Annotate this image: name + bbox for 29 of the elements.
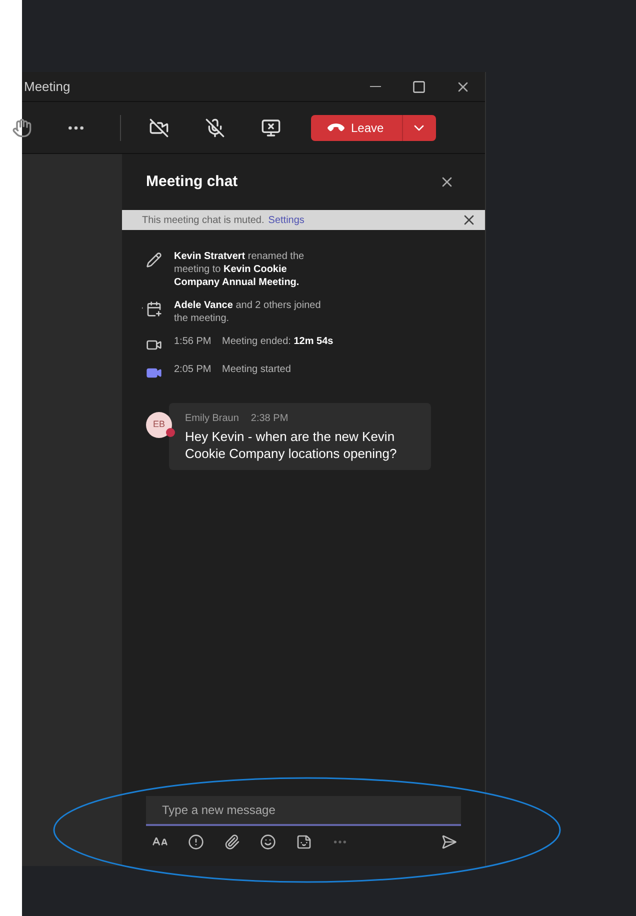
avatar: EB: [146, 412, 172, 438]
maximize-icon: [412, 80, 426, 94]
exclamation-icon[interactable]: [188, 834, 204, 850]
chat-title: Meeting chat: [146, 172, 239, 192]
banner-text: This meeting chat is muted.: [142, 214, 264, 228]
share-tray-icon[interactable]: [261, 118, 281, 138]
camera-off-icon[interactable]: [149, 118, 169, 138]
event-text: Meeting ended: 12m 54s: [222, 335, 334, 348]
send-icon[interactable]: [441, 834, 457, 850]
event-text: Adele Vance and 2 others joined the meeting.: [174, 299, 322, 325]
message-text: Hey Kevin - when are the new Kevin Cookie Company locations opening?: [185, 428, 397, 462]
settings-link[interactable]: Settings: [268, 212, 304, 228]
event-time: 2:05 PM: [174, 363, 212, 376]
emoji-icon[interactable]: [260, 834, 276, 850]
calendar-icon: [146, 301, 162, 317]
window-title: Meeting: [23, 78, 72, 96]
message-input-field[interactable]: Type a new message: [146, 796, 461, 826]
minimize-icon: [370, 86, 380, 87]
event-text: Meeting started: [222, 363, 292, 376]
sticker-icon[interactable]: [296, 834, 312, 850]
event-text: Kevin Stratvert renamed the meeting to Kevin Cookie Company Annual Meeting.: [174, 250, 306, 289]
pencil-icon: [146, 252, 162, 268]
microphone-off-icon[interactable]: [205, 118, 225, 138]
author-name: Emily Braun: [185, 412, 239, 426]
hand-icon[interactable]: [12, 118, 32, 138]
event-time: 1:56 PM: [174, 335, 212, 348]
attach-icon[interactable]: [224, 834, 240, 850]
leave-button[interactable]: Leave: [311, 114, 402, 140]
message-time: 2:38 PM: [250, 412, 288, 426]
